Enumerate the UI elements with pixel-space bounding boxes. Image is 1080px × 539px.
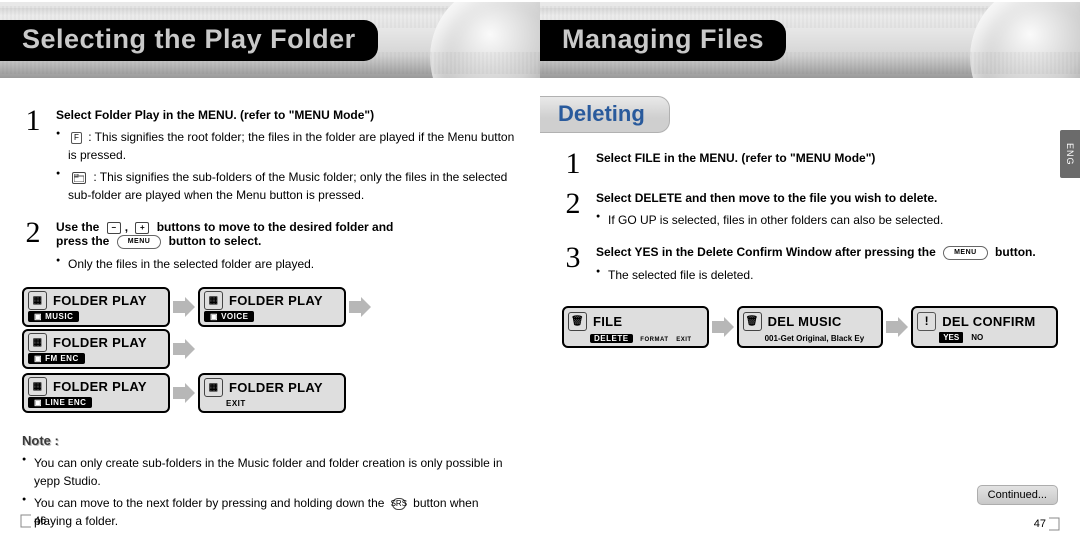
lang-tab: ENG [1060,130,1080,178]
arrow-icon [172,373,196,413]
arrow-icon [711,307,735,347]
step2-head: Use the −, + buttons to move to the desi… [56,220,518,249]
panel-line-enc: ▦FOLDER PLAY ▣ LINE ENC [22,373,170,413]
panel-tag: EXIT [676,337,691,343]
trash-icon: 🗑 [568,312,587,331]
section-deleting: Deleting [540,96,670,133]
panel-tag: EXIT [226,399,246,408]
step1-head: Select Folder Play in the MENU. (refer t… [56,108,518,122]
panel-file: 🗑FILE DELETE FORMAT EXIT [562,306,709,348]
folder-icon: ▦ [204,378,223,397]
minus-icon: − [107,222,121,234]
plus-icon: + [135,222,149,234]
step-number: 2 [562,189,584,233]
folder-icon: ▦ [204,291,223,310]
root-folder-icon: F [71,132,82,144]
rstep-2: 2 Select DELETE and then move to the fil… [562,189,1058,233]
step-number: 2 [22,218,44,277]
content-right: 1 Select FILE in the MENU. (refer to "ME… [540,133,1080,348]
panel-del-music: 🗑DEL MUSIC 001-Get Original, Black Ey [737,306,884,348]
note-list: You can only create sub-folders in the M… [22,454,518,530]
folder-icon: ▦ [28,333,47,352]
content-left: 1 Select Folder Play in the MENU. (refer… [0,78,540,530]
rstep1-head: Select FILE in the MENU. (refer to "MENU… [596,151,1058,165]
file-panels: 🗑FILE DELETE FORMAT EXIT 🗑DEL MUSIC 001-… [562,306,1058,348]
step-2: 2 Use the −, + buttons to move to the de… [22,218,518,277]
no-option: NO [971,333,983,342]
folder-icon: ▦ [28,377,47,396]
step-number: 3 [562,243,584,288]
continued-badge: Continued... [977,485,1058,505]
step1-detail-root: F : This signifies the root folder; the … [56,128,518,164]
rstep-1: 1 Select FILE in the MENU. (refer to "ME… [562,149,1058,179]
panel-detail: 001-Get Original, Black Ey [743,334,878,343]
page-title-left: Selecting the Play Folder [0,20,378,61]
trash-icon: 🗑 [743,312,762,331]
menu-button-icon: MENU [943,246,988,260]
note-item: You can only create sub-folders in the M… [22,454,518,490]
note-heading: Note : [22,433,518,448]
srs-icon: SRS [392,498,406,510]
panel-del-confirm: !DEL CONFIRM YES NO [911,306,1058,348]
step-1: 1 Select Folder Play in the MENU. (refer… [22,106,518,208]
folder-icon: ▦ [28,291,47,310]
rstep3-detail: The selected file is deleted. [596,266,1058,284]
banner-left: Selecting the Play Folder [0,2,540,78]
panel-tag: ▣ MUSIC [28,311,79,322]
page-left: Selecting the Play Folder 1 Select Folde… [0,0,540,539]
panel-tag: ▣ LINE ENC [28,397,92,408]
panel-tag: ▣ VOICE [204,311,254,322]
rstep-3: 3 Select YES in the Delete Confirm Windo… [562,243,1058,288]
decorative-orb [430,2,540,78]
arrow-icon [172,287,196,327]
decorative-orb [970,2,1080,78]
panel-exit: ▦FOLDER PLAY EXIT [198,373,346,413]
page-number-left: 46 [20,514,46,531]
page-right: Managing Files ENG Deleting 1 Select FIL… [540,0,1080,539]
panel-tag: ▣ FM ENC [28,353,85,364]
rstep3-head: Select YES in the Delete Confirm Window … [596,245,1058,260]
rstep2-head: Select DELETE and then move to the file … [596,191,1058,205]
rstep2-detail: If GO UP is selected, files in other fol… [596,211,1058,229]
step-number: 1 [22,106,44,208]
sub-folder-icon [72,172,86,184]
panel-voice: ▦FOLDER PLAY ▣ VOICE [198,287,346,327]
page-title-right: Managing Files [540,20,786,61]
panel-tag: FORMAT [640,337,668,343]
folder-play-panels: ▦FOLDER PLAY ▣ MUSIC ▦FOLDER PLAY ▣ VOIC… [22,287,518,413]
arrow-icon [172,329,196,369]
alert-icon: ! [917,312,936,331]
panel-music: ▦FOLDER PLAY ▣ MUSIC [22,287,170,327]
panel-fm-enc: ▦FOLDER PLAY ▣ FM ENC [22,329,170,369]
step-number: 1 [562,149,584,179]
arrow-icon [348,287,372,327]
panel-tag: DELETE [590,334,633,343]
page-number-right: 47 [1034,517,1060,531]
menu-button-icon: MENU [117,235,162,249]
yes-option: YES [939,332,963,343]
step2-detail: Only the files in the selected folder ar… [56,255,518,273]
step1-detail-sub: : This signifies the sub-folders of the … [56,168,518,204]
banner-right: Managing Files [540,2,1080,78]
note-item: You can move to the next folder by press… [22,494,518,530]
arrow-icon [885,307,909,347]
